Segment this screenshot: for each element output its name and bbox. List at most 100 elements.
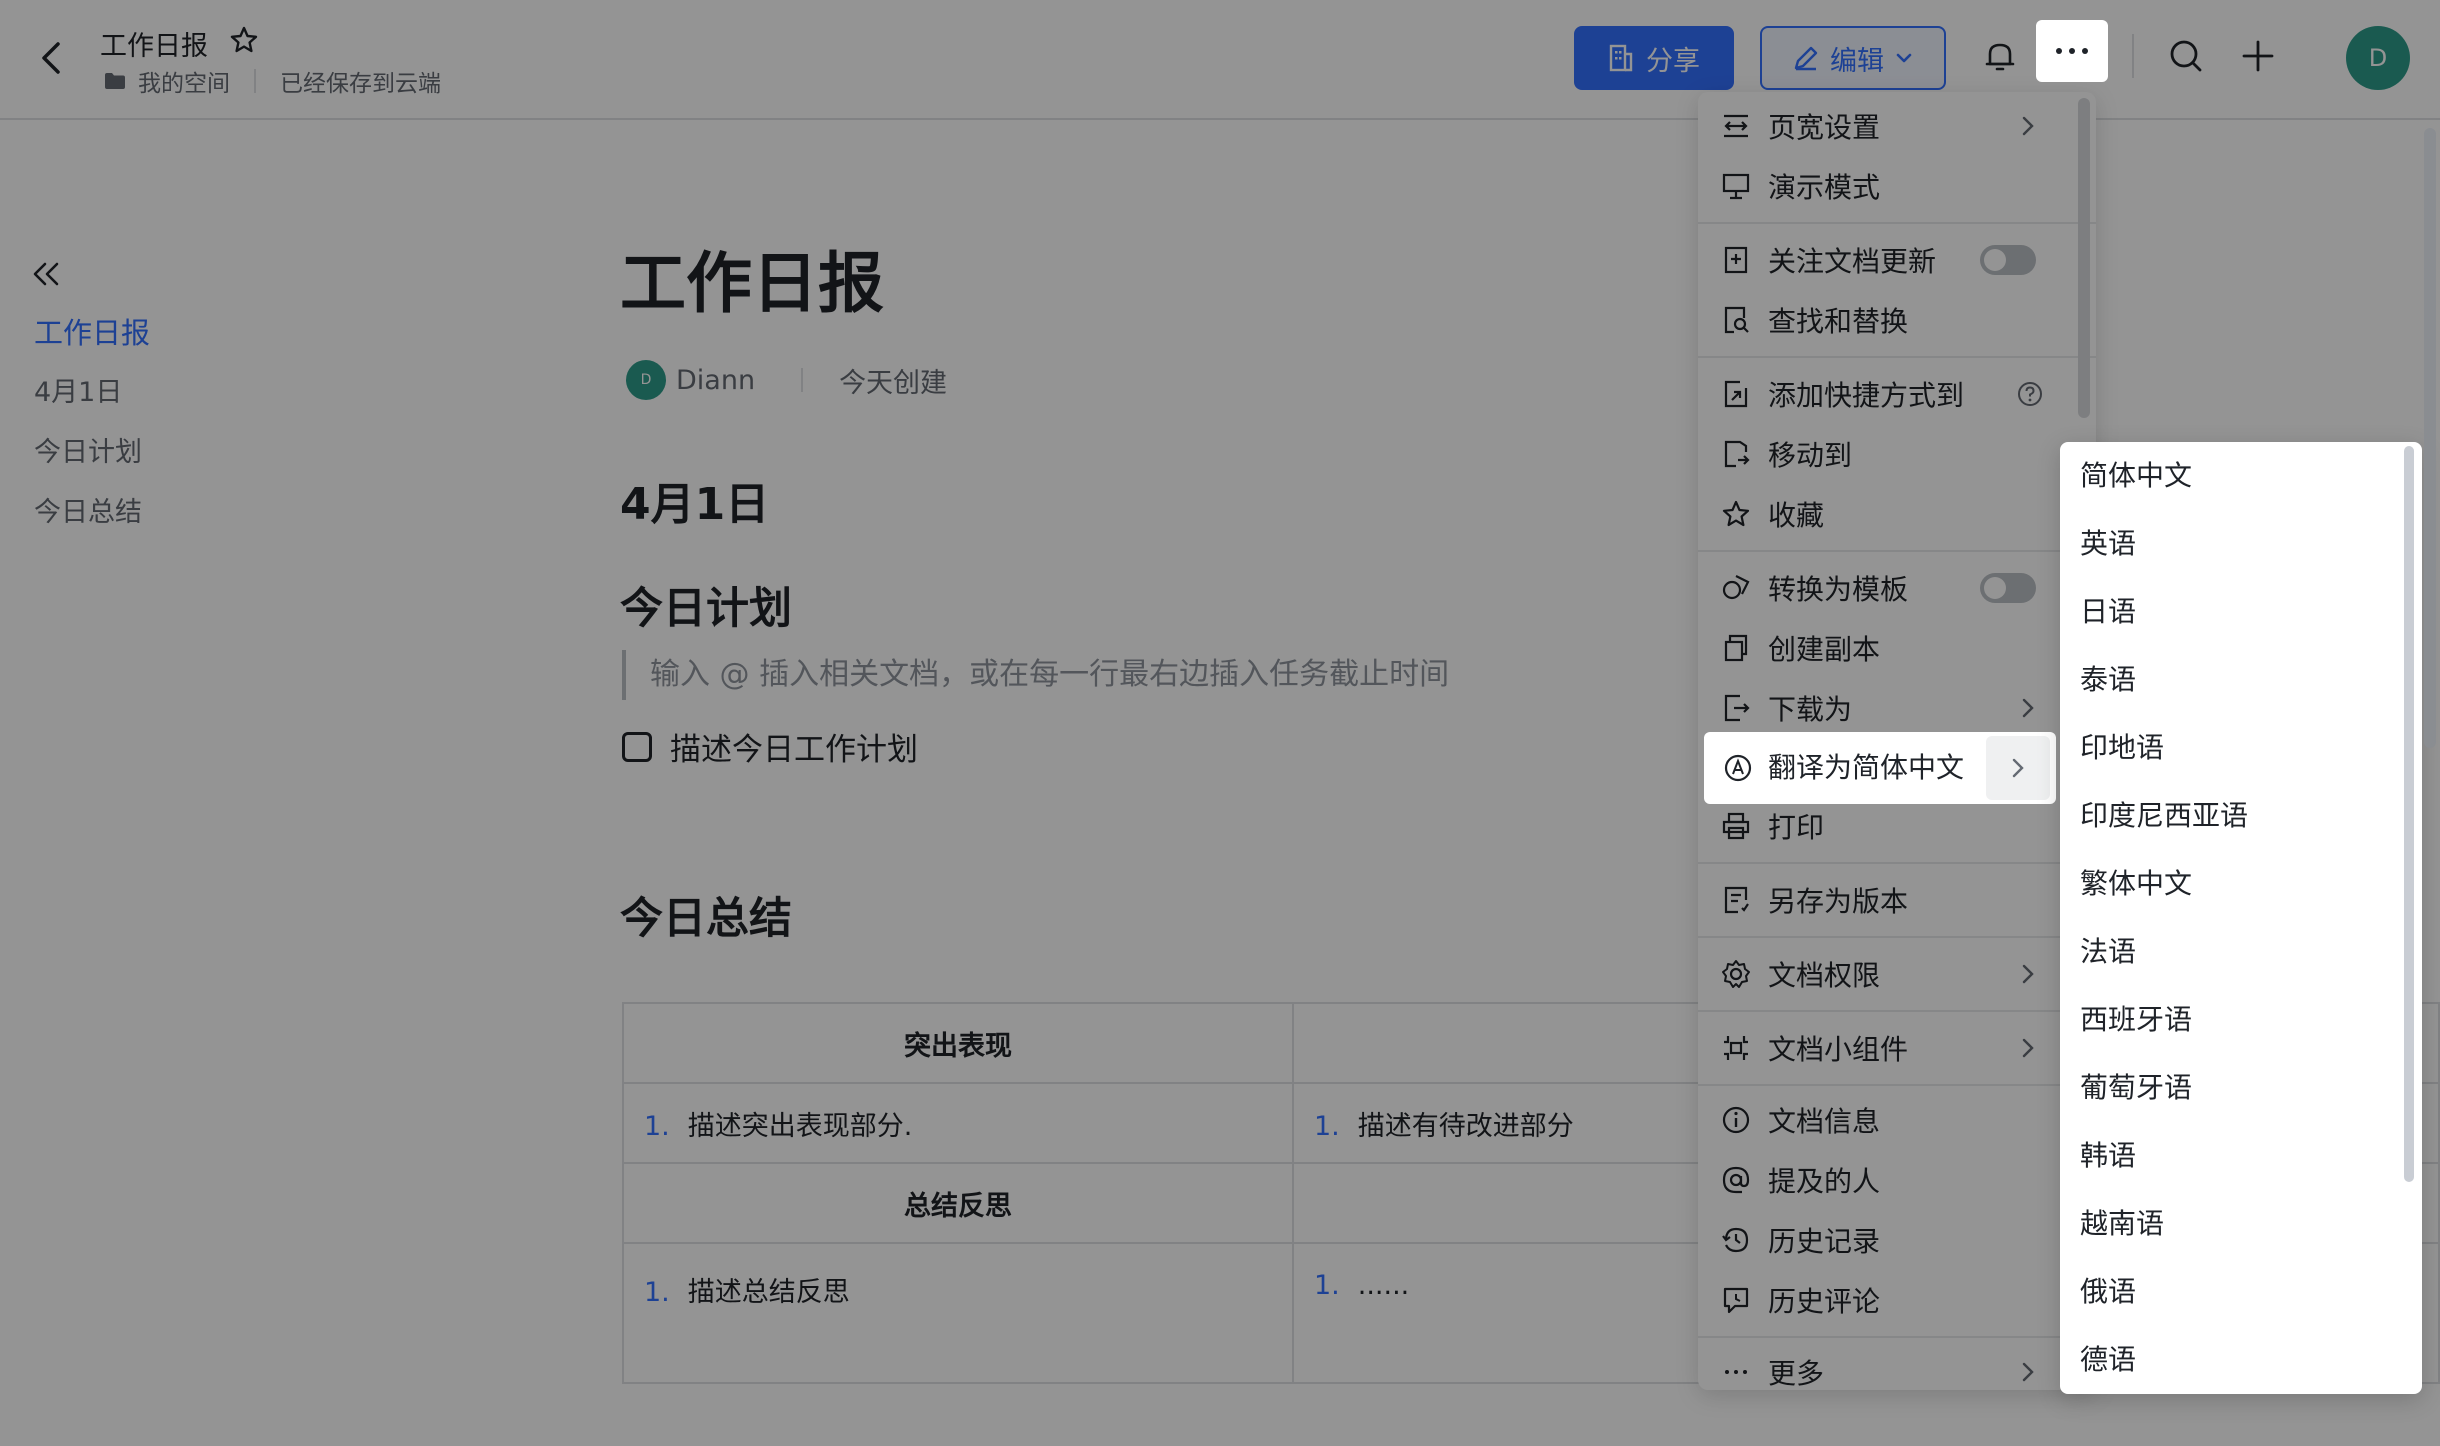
menu-item-more[interactable]: 更多 (1698, 1342, 2096, 1402)
help-icon[interactable] (2016, 380, 2044, 408)
breadcrumb-space[interactable]: 我的空间 (138, 64, 230, 98)
outline-item-plan[interactable]: 今日计划 (34, 432, 150, 492)
more-options-button[interactable] (2036, 20, 2108, 82)
menu-scrollbar[interactable] (2078, 98, 2090, 418)
edit-button[interactable]: 编辑 (1760, 26, 1946, 90)
follow-updates-toggle[interactable] (1980, 245, 2036, 275)
at-icon (1722, 1166, 1750, 1194)
menu-item-presentation[interactable]: 演示模式 (1698, 156, 2096, 216)
plus-icon[interactable] (2238, 36, 2278, 76)
page-width-icon (1724, 114, 1748, 138)
menu-item-download-as[interactable]: 下载为 (1698, 678, 2096, 738)
chevron-down-icon (1896, 53, 1912, 63)
translate-icon (1724, 754, 1752, 782)
follow-doc-icon (1724, 246, 1748, 274)
cell-text: ...... (1357, 1270, 1410, 1301)
presentation-icon (1722, 173, 1750, 200)
language-option[interactable]: 繁体中文 (2080, 850, 2192, 918)
language-option[interactable]: 英语 (2080, 510, 2136, 578)
doc-meta: D Diann 今天创建 (626, 360, 947, 400)
menu-item-save-version[interactable]: 另存为版本 (1698, 870, 2096, 930)
bell-icon[interactable] (1980, 36, 2020, 76)
menu-label: 转换为模板 (1768, 573, 1909, 606)
submenu-scrollbar[interactable] (2404, 446, 2414, 1182)
building-icon (1609, 44, 1633, 72)
document-outline: 工作日报 4月1日 今日计划 今日总结 (34, 312, 150, 552)
copy-icon (1724, 634, 1748, 662)
outline-item-summary[interactable]: 今日总结 (34, 492, 150, 552)
plan-placeholder[interactable]: 输入 @ 插入相关文档，或在每一行最右边插入任务截止时间 (622, 650, 1449, 700)
menu-item-history-comments[interactable]: 历史评论 (1698, 1270, 2096, 1330)
menu-label: 下载为 (1768, 693, 1853, 726)
language-option[interactable]: 葡萄牙语 (2080, 1054, 2192, 1122)
back-arrow-icon[interactable] (36, 38, 66, 78)
menu-item-mentioned[interactable]: 提及的人 (1698, 1150, 2096, 1210)
language-option[interactable]: 印度尼西亚语 (2080, 782, 2248, 850)
task-checkbox[interactable] (622, 731, 652, 762)
outline-item-title[interactable]: 工作日报 (34, 312, 150, 372)
move-to-icon (1724, 440, 1750, 468)
language-option[interactable]: 西班牙语 (2080, 986, 2192, 1054)
language-option[interactable]: 泰语 (2080, 646, 2136, 714)
history-icon (1722, 1227, 1749, 1253)
menu-item-favorite[interactable]: 收藏 (1698, 484, 2096, 544)
outline-item-date[interactable]: 4月1日 (34, 372, 150, 432)
language-option[interactable]: 法语 (2080, 918, 2136, 986)
version-icon (1724, 886, 1749, 914)
search-icon[interactable] (2166, 36, 2206, 76)
language-option[interactable]: 德语 (2080, 1326, 2136, 1394)
menu-item-convert-template[interactable]: 转换为模板 (1698, 558, 2096, 618)
table-header-cell[interactable]: 总结反思 (622, 1162, 1294, 1244)
user-avatar[interactable]: D (2346, 26, 2410, 90)
chevron-right-icon (2022, 1038, 2034, 1058)
author-name[interactable]: Diann (676, 365, 755, 396)
list-number: 1. (1314, 1110, 1340, 1142)
menu-item-history[interactable]: 历史记录 (1698, 1210, 2096, 1270)
collapse-outline-icon[interactable] (30, 258, 62, 290)
menu-label: 关注文档更新 (1768, 245, 1937, 278)
table-header-cell[interactable]: 突出表现 (622, 1002, 1294, 1084)
menu-item-print[interactable]: 打印 (1698, 796, 2096, 856)
menu-label: 页宽设置 (1768, 111, 1881, 144)
chevron-right-icon (2022, 698, 2034, 718)
menu-label: 文档信息 (1768, 1105, 1881, 1138)
download-icon (1724, 694, 1750, 722)
star-icon[interactable] (228, 24, 260, 56)
menu-item-page-width[interactable]: 页宽设置 (1698, 96, 2096, 156)
menu-item-widgets[interactable]: 文档小组件 (1698, 1018, 2096, 1078)
menu-divider (1698, 936, 2096, 938)
heading-summary: 今日总结 (620, 894, 792, 944)
menu-item-translate[interactable]: 翻译为简体中文 (1704, 732, 2056, 804)
language-option[interactable]: 俄语 (2080, 1258, 2136, 1326)
document-title: 工作日报 (100, 31, 208, 62)
menu-item-permissions[interactable]: 文档权限 (1698, 944, 2096, 1004)
list-number: 1. (644, 1277, 670, 1308)
table-cell[interactable]: 1. 描述突出表现部分. (622, 1082, 1294, 1164)
menu-item-follow-updates[interactable]: 关注文档更新 (1698, 230, 2096, 290)
menu-label: 创建副本 (1768, 633, 1881, 666)
page-scrollbar[interactable] (2424, 128, 2436, 748)
comment-icon (1723, 1287, 1749, 1314)
menu-item-add-shortcut[interactable]: 添加快捷方式到 (1698, 364, 2096, 424)
language-option[interactable]: 日语 (2080, 578, 2136, 646)
task-item: 描述今日工作计划 (622, 724, 918, 769)
menu-item-move-to[interactable]: 移动到 (1698, 424, 2096, 484)
menu-label: 添加快捷方式到 (1768, 379, 1965, 412)
author-avatar[interactable]: D (626, 360, 666, 400)
meta-divider (801, 368, 804, 392)
language-option[interactable]: 简体中文 (2080, 442, 2192, 510)
menu-item-create-copy[interactable]: 创建副本 (1698, 618, 2096, 678)
list-number: 1. (1314, 1270, 1340, 1301)
language-option[interactable]: 韩语 (2080, 1122, 2136, 1190)
share-button[interactable]: 分享 (1574, 26, 1734, 90)
menu-item-doc-info[interactable]: 文档信息 (1698, 1090, 2096, 1150)
table-cell[interactable]: 1. 描述总结反思 (622, 1242, 1294, 1384)
language-option[interactable]: 越南语 (2080, 1190, 2164, 1258)
menu-item-find-replace[interactable]: 查找和替换 (1698, 290, 2096, 350)
translate-submenu-toggle[interactable] (1986, 736, 2050, 800)
menu-divider (1698, 1010, 2096, 1012)
edit-label: 编辑 (1830, 45, 1884, 77)
language-option[interactable]: 印地语 (2080, 714, 2164, 782)
template-toggle[interactable] (1980, 573, 2036, 603)
task-text[interactable]: 描述今日工作计划 (670, 724, 918, 769)
